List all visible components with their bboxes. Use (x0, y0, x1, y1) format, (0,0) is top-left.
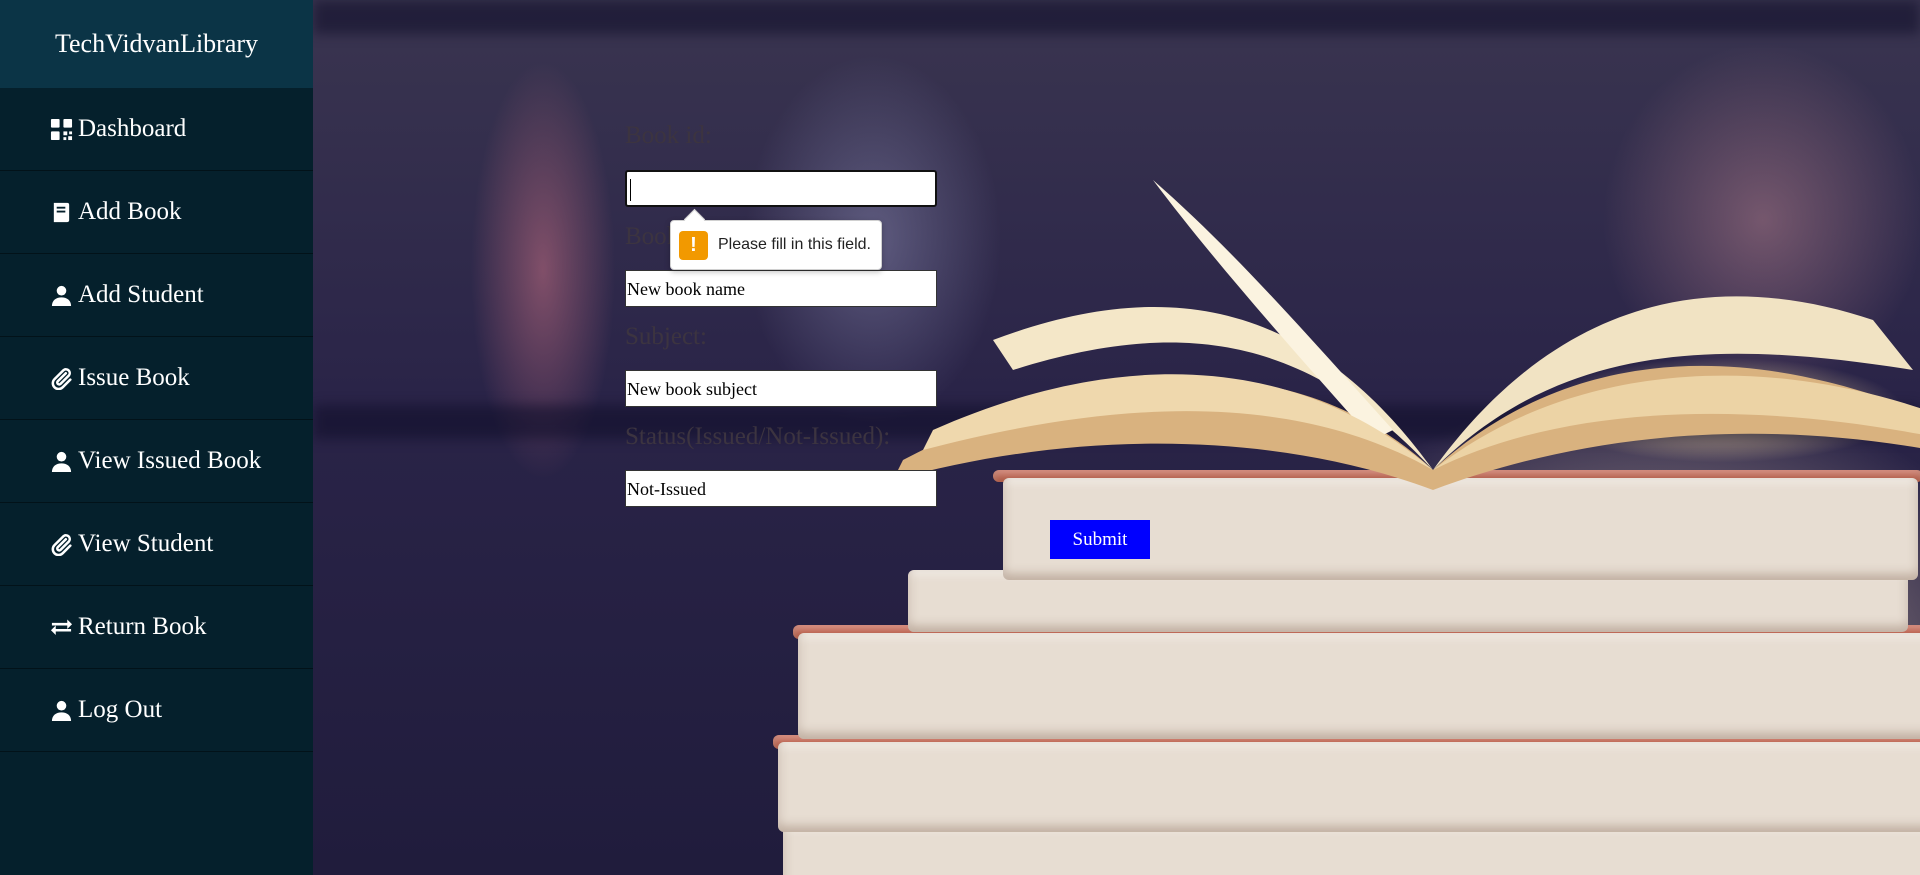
exchange-arrows-icon (49, 615, 74, 640)
sidebar-item-return-book[interactable]: Return Book (0, 586, 313, 669)
book-id-label: Book id: (625, 122, 712, 149)
submit-button[interactable]: Submit (1050, 520, 1150, 559)
status-input[interactable]: Not-Issued (625, 470, 937, 507)
sidebar-item-view-student[interactable]: View Student (0, 503, 313, 586)
background-photo (313, 0, 1920, 875)
sidebar-item-label: Add Student (78, 281, 204, 308)
stacked-book (783, 825, 1920, 875)
sidebar-item-label: View Issued Book (78, 447, 262, 474)
warning-icon: ! (679, 230, 708, 260)
stacked-book (778, 742, 1920, 832)
sidebar-item-label: Dashboard (78, 115, 187, 142)
sidebar: TechVidvanLibrary Dashboard Add Book Add… (0, 0, 313, 875)
shelf-blur (313, 0, 1920, 34)
sidebar-item-issue-book[interactable]: Issue Book (0, 337, 313, 420)
paperclip-icon (49, 366, 74, 391)
sidebar-item-label: Issue Book (78, 364, 190, 391)
user-icon (49, 283, 74, 308)
book-icon (49, 200, 74, 225)
validation-message: Please fill in this field. (718, 236, 871, 253)
book-id-input[interactable] (625, 170, 937, 207)
sidebar-item-add-student[interactable]: Add Student (0, 254, 313, 337)
sidebar-item-dashboard[interactable]: Dashboard (0, 88, 313, 171)
stacked-book (798, 633, 1920, 739)
sidebar-item-label: View Student (78, 530, 214, 557)
sidebar-item-label: Log Out (78, 696, 163, 723)
status-label: Status(Issued/Not-Issued): (625, 423, 891, 450)
sidebar-item-view-issued-book[interactable]: View Issued Book (0, 420, 313, 503)
sidebar-item-label: Return Book (78, 613, 207, 640)
brand-title[interactable]: TechVidvanLibrary (0, 0, 313, 88)
user-icon (49, 449, 74, 474)
book-name-input[interactable]: New book name (625, 270, 937, 307)
user-icon (49, 698, 74, 723)
sidebar-item-add-book[interactable]: Add Book (0, 171, 313, 254)
validation-tooltip: ! Please fill in this field. (670, 220, 882, 270)
sidebar-item-label: Add Book (78, 198, 182, 225)
text-caret (630, 178, 631, 201)
sidebar-item-log-out[interactable]: Log Out (0, 669, 313, 752)
subject-label: Subject: (625, 323, 707, 350)
paperclip-icon (49, 532, 74, 557)
subject-input[interactable]: New book subject (625, 370, 937, 407)
open-book-image (893, 180, 1920, 490)
dashboard-grid-icon (49, 117, 74, 142)
